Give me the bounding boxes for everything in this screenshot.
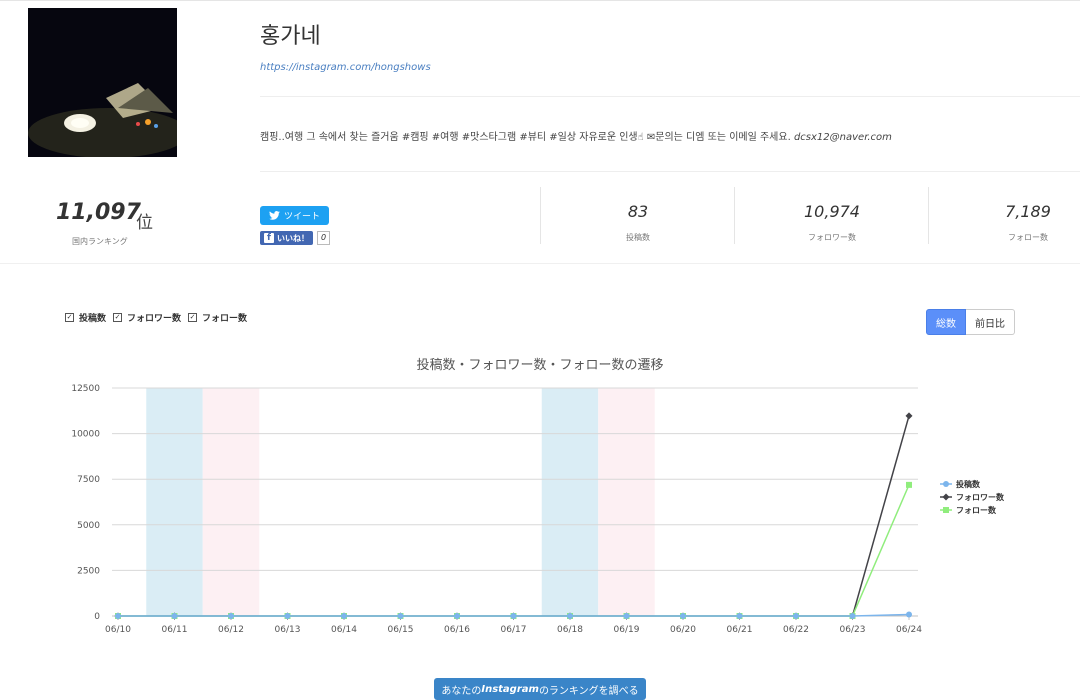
legend-marker	[943, 507, 949, 513]
facebook-like: f いいね！ 0	[260, 231, 331, 245]
data-point	[906, 611, 912, 618]
camping-photo-illustration	[28, 8, 177, 157]
x-tick-label: 06/16	[444, 625, 470, 635]
filter-followers-checkbox[interactable]: ✓ フォロワー数	[113, 311, 181, 324]
ranking-label: 国内ランキング	[72, 237, 128, 246]
facebook-like-label: いいね！	[277, 233, 309, 243]
x-tick-label: 06/18	[557, 625, 583, 635]
bio-text: 캠핑..여행 그 속에서 찾는 즐거움 #캠핑 #여행 #맛스타그램 #뷰티 #…	[260, 132, 791, 143]
x-tick-label: 06/15	[388, 625, 414, 635]
x-tick-label: 06/20	[670, 625, 696, 635]
data-point	[849, 613, 856, 619]
legend-label: フォロワー数	[956, 492, 1005, 502]
total-button[interactable]: 総数	[926, 309, 966, 335]
legend-label: 投稿数	[956, 479, 981, 489]
top-border	[0, 0, 1080, 1]
divider	[260, 96, 1080, 97]
following-count: 7,189	[1005, 202, 1051, 221]
x-tick-label: 06/21	[727, 625, 753, 635]
checkbox-icon: ✓	[65, 313, 74, 322]
divider	[928, 187, 929, 244]
facebook-like-button[interactable]: f いいね！	[260, 231, 313, 245]
divider	[540, 187, 541, 244]
data-point	[341, 613, 347, 619]
profile-photo	[28, 8, 177, 157]
data-point	[736, 613, 743, 619]
data-point	[228, 613, 234, 619]
weekend-band	[146, 388, 203, 616]
x-tick-label: 06/22	[783, 625, 809, 635]
followers-count: 10,974	[804, 202, 860, 221]
section-divider	[0, 263, 1080, 264]
legend-marker	[942, 493, 950, 501]
weekend-band	[541, 388, 599, 616]
profile-bio: 캠핑..여행 그 속에서 찾는 즐거움 #캠핑 #여행 #맛스타그램 #뷰티 #…	[260, 128, 892, 143]
cta-prefix: あなたの	[441, 685, 482, 697]
data-point	[454, 613, 460, 619]
x-tick-label: 06/14	[331, 625, 357, 635]
view-toggle: 総数 前日比	[926, 309, 1015, 335]
data-point	[171, 613, 178, 619]
divider	[734, 187, 735, 244]
data-point	[397, 613, 404, 619]
y-tick-label: 7500	[77, 475, 100, 485]
weekend-band	[202, 388, 260, 616]
x-tick-label: 06/17	[501, 625, 527, 635]
data-point	[623, 613, 630, 619]
filter-label: フォロワー数	[127, 314, 182, 324]
data-point	[510, 613, 517, 619]
legend-label: フォロー数	[956, 505, 997, 515]
twitter-bird-icon	[269, 211, 280, 220]
tweet-button[interactable]: ツイート	[260, 206, 329, 225]
cta-brand: Instagram	[481, 683, 539, 695]
bio-email: dcsx12@naver.com	[793, 132, 892, 143]
tweet-label: ツイート	[283, 212, 320, 222]
line-chart: 0 2500 5000 7500 10000 12500 06/10 06/11 06/12 06…	[71, 384, 1005, 635]
filter-posts-checkbox[interactable]: ✓ 投稿数	[65, 311, 106, 324]
y-tick-label: 0	[94, 612, 100, 622]
checkbox-icon: ✓	[188, 313, 198, 322]
data-point	[115, 613, 121, 619]
data-point	[680, 613, 686, 619]
y-tick-label: 12500	[71, 384, 100, 394]
x-tick-label: 06/11	[162, 625, 188, 635]
data-point	[906, 481, 912, 488]
x-tick-label: 06/24	[896, 625, 922, 635]
profile-url-link[interactable]: https://instagram.com/hongshows	[260, 62, 431, 73]
facebook-icon: f	[264, 233, 274, 243]
ranking-value: 11,097	[56, 200, 141, 225]
filter-following-checkbox[interactable]: ✓ フォロー数	[188, 311, 247, 324]
x-tick-label: 06/12	[218, 625, 244, 635]
series-filters: ✓ 投稿数 ✓ フォロワー数 ✓ フォロー数	[65, 311, 247, 324]
y-tick-label: 2500	[77, 566, 100, 576]
cta-suffix: のランキングを調べる	[538, 685, 639, 697]
posts-label: 投稿数	[626, 233, 650, 242]
following-label: フォロー数	[1008, 233, 1048, 242]
legend-marker	[943, 481, 949, 487]
weekend-band	[598, 388, 655, 616]
ranking-unit: 位	[136, 213, 153, 233]
checkbox-icon: ✓	[113, 313, 123, 322]
x-tick-label: 06/10	[105, 625, 131, 635]
data-point	[793, 613, 799, 619]
x-tick-label: 06/13	[275, 625, 301, 635]
data-point	[284, 613, 291, 619]
y-tick-label: 5000	[77, 521, 100, 531]
filter-label: フォロー数	[202, 314, 248, 324]
posts-count: 83	[627, 202, 649, 221]
followers-label: フォロワー数	[808, 233, 856, 242]
data-point	[905, 412, 913, 420]
x-tick-label: 06/23	[840, 625, 866, 635]
facebook-like-count: 0	[317, 231, 331, 245]
x-tick-label: 06/19	[614, 625, 640, 635]
y-tick-label: 10000	[71, 430, 100, 440]
data-point	[567, 613, 573, 619]
daily-diff-button[interactable]: 前日比	[966, 309, 1015, 335]
filter-label: 投稿数	[79, 314, 107, 324]
divider	[260, 171, 1080, 172]
profile-name: 홍가네	[260, 24, 321, 49]
